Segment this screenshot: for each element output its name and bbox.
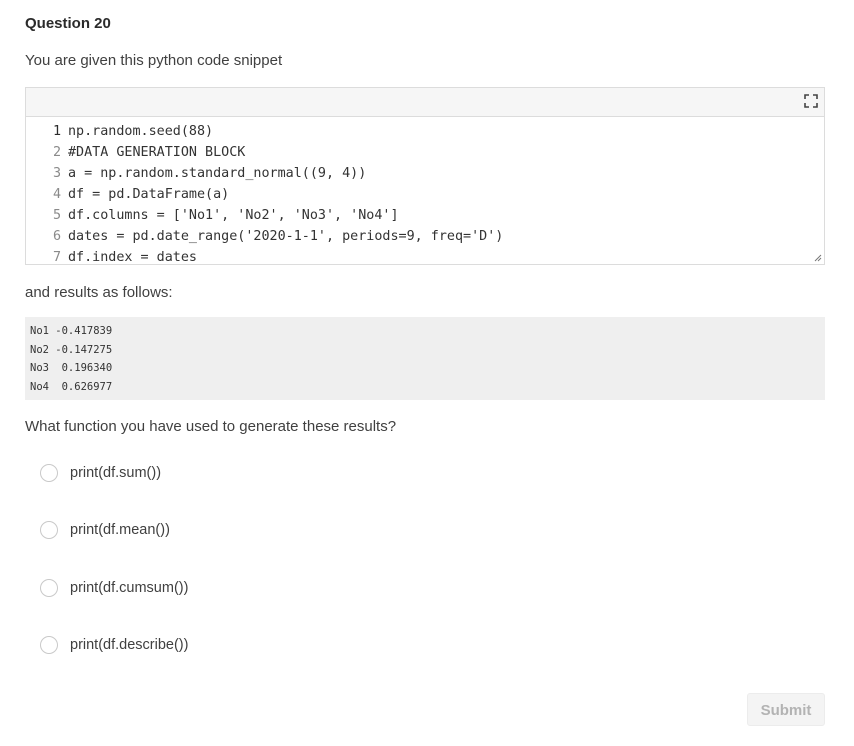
code-line: 4 df = pd.DataFrame(a): [26, 184, 824, 205]
line-number: 4: [52, 187, 61, 202]
code-text: dates = pd.date_range('2020-1-1', period…: [68, 229, 504, 244]
radio-button[interactable]: [40, 521, 58, 539]
line-number: 6: [52, 229, 61, 244]
code-line: 5 df.columns = ['No1', 'No2', 'No3', 'No4…: [26, 205, 824, 226]
code-line: 3 a = np.random.standard_normal((9, 4)): [26, 163, 824, 184]
option-cumsum[interactable]: print(df.cumsum()): [40, 579, 188, 597]
expand-icon[interactable]: [804, 94, 818, 108]
option-mean[interactable]: print(df.mean()): [40, 521, 170, 539]
question-prompt: You are given this python code snippet: [25, 52, 283, 69]
question-title: Question 20: [25, 15, 111, 32]
results-intro: and results as follows:: [25, 284, 173, 301]
line-number: 3: [52, 166, 61, 181]
radio-button[interactable]: [40, 636, 58, 654]
result-row: No1 -0.417839: [30, 325, 113, 337]
results-block: No1 -0.417839 No2 -0.147275 No3 0.196340…: [25, 317, 825, 400]
code-line: 1 np.random.seed(88): [26, 121, 824, 142]
submit-button[interactable]: Submit: [747, 693, 825, 726]
question-text: What function you have used to generate …: [25, 418, 397, 435]
code-text: a = np.random.standard_normal((9, 4)): [68, 166, 367, 181]
code-line: 6 dates = pd.date_range('2020-1-1', perio…: [26, 226, 824, 247]
code-text: df = pd.DataFrame(a): [68, 187, 230, 202]
code-editor[interactable]: 1 np.random.seed(88) 2 #DATA GENERATION BL…: [25, 87, 825, 265]
radio-button[interactable]: [40, 579, 58, 597]
code-line: 2 #DATA GENERATION BLOCK: [26, 142, 824, 163]
line-number: 5: [52, 208, 61, 223]
code-text: df.columns = ['No1', 'No2', 'No3', 'No4'…: [68, 208, 399, 223]
code-lines: 1 np.random.seed(88) 2 #DATA GENERATION BL…: [26, 117, 824, 268]
result-row: No4 0.626977: [30, 380, 113, 393]
code-text: np.random.seed(88): [68, 124, 214, 139]
option-label[interactable]: print(df.sum()): [70, 465, 161, 481]
code-toolbar: [26, 88, 824, 117]
option-label[interactable]: print(df.describe()): [70, 637, 188, 653]
result-row: No3 0.196340: [30, 362, 113, 374]
option-describe[interactable]: print(df.describe()): [40, 636, 188, 654]
option-sum[interactable]: print(df.sum()): [40, 464, 161, 482]
code-line: 7 df.index = dates: [26, 247, 824, 268]
result-row: No2 -0.147275: [30, 343, 113, 356]
code-text: df.index = dates: [68, 250, 197, 265]
option-label[interactable]: print(df.cumsum()): [70, 580, 188, 596]
resize-grip-icon[interactable]: [814, 254, 822, 262]
line-number: 2: [52, 145, 61, 160]
radio-button[interactable]: [40, 464, 58, 482]
line-number: 1: [52, 124, 61, 139]
line-number: 7: [52, 250, 61, 265]
option-label[interactable]: print(df.mean()): [70, 522, 170, 538]
code-text: #DATA GENERATION BLOCK: [68, 145, 246, 160]
